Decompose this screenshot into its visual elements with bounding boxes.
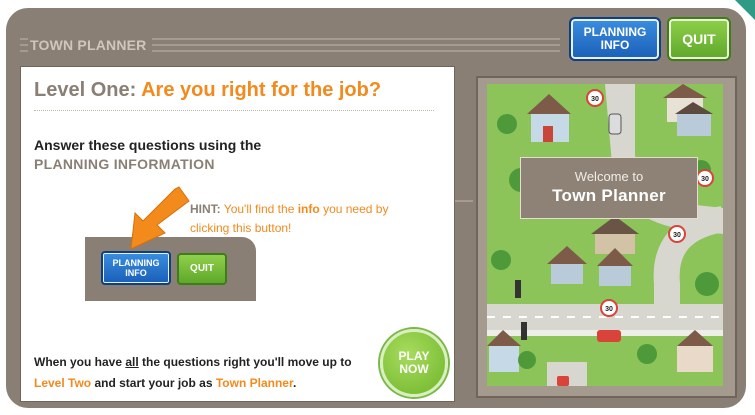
- bottom-level-two: Level Two: [34, 376, 92, 390]
- instruction-highlight: PLANNING INFORMATION: [34, 156, 215, 172]
- tree: [695, 272, 719, 296]
- planning-info-label-2: INFO: [600, 38, 630, 52]
- hint-text: HINT: You'll find the info you need by c…: [190, 200, 430, 238]
- quit-button[interactable]: QUIT: [667, 17, 731, 61]
- town-map-illustration: 30 30 30 30: [487, 84, 723, 386]
- level-title: Level One: Are you right for the job?: [34, 79, 381, 102]
- welcome-line-2: Town Planner: [552, 186, 666, 205]
- preview-planning-button: PLANNING INFO: [101, 251, 171, 285]
- speed-sign-value: 30: [591, 96, 599, 103]
- bottom-part2: the questions right you'll move up to: [142, 355, 352, 369]
- planning-info-button[interactable]: PLANNING INFO: [569, 17, 661, 61]
- bottom-end: .: [292, 376, 297, 390]
- preview-quit-button: QUIT: [177, 253, 227, 285]
- preview-planning-label-2: INFO: [125, 268, 147, 278]
- intro-panel: Level One: Are you right for the job? An…: [20, 66, 455, 402]
- tree: [637, 344, 657, 364]
- bottom-instructions: When you have all the questions right yo…: [34, 352, 374, 394]
- hint-before: You'll find the: [223, 202, 295, 216]
- tree: [518, 351, 536, 369]
- speed-sign-value: 30: [605, 306, 613, 313]
- side-stripe: [455, 200, 473, 202]
- speed-sign-icon: 30: [586, 89, 604, 107]
- speed-sign-value: 30: [701, 176, 709, 183]
- car: [557, 376, 569, 386]
- play-label-2: NOW: [399, 362, 429, 376]
- house: [527, 94, 571, 142]
- app-title: TOWN PLANNER: [28, 37, 153, 53]
- divider: [34, 110, 434, 111]
- town-map: 30 30 30 30: [487, 84, 723, 386]
- hint-info-word: info: [297, 202, 320, 216]
- speed-sign-value: 30: [673, 232, 681, 239]
- car: [608, 113, 622, 135]
- traffic-light-icon: [515, 280, 521, 298]
- speed-sign-icon: 30: [600, 299, 618, 317]
- house: [677, 330, 713, 372]
- hint-label: HINT:: [190, 202, 221, 216]
- instruction-line: Answer these questions using the: [34, 137, 262, 153]
- play-now-button[interactable]: PLAY NOW: [380, 329, 448, 397]
- level-question: Are you right for the job?: [141, 79, 382, 101]
- arrow-down-icon: [130, 186, 190, 250]
- bottom-part1: When you have: [34, 355, 123, 369]
- bottom-town-planner: Town Planner: [215, 376, 293, 390]
- speed-sign-icon: 30: [668, 225, 686, 243]
- house: [547, 246, 587, 284]
- welcome-line-1: Welcome to: [574, 169, 644, 184]
- tree: [491, 250, 511, 270]
- preview-planning-label-1: PLANNING: [112, 258, 160, 268]
- welcome-banner: Welcome to Town Planner: [520, 157, 698, 219]
- bottom-part3: and start your job as: [94, 376, 213, 390]
- speed-sign-icon: 30: [696, 169, 714, 187]
- car: [597, 330, 621, 342]
- level-prefix: Level One:: [34, 79, 137, 101]
- house: [487, 330, 521, 372]
- tree: [497, 114, 517, 134]
- traffic-light-icon: [521, 322, 527, 340]
- bottom-all: all: [125, 355, 139, 369]
